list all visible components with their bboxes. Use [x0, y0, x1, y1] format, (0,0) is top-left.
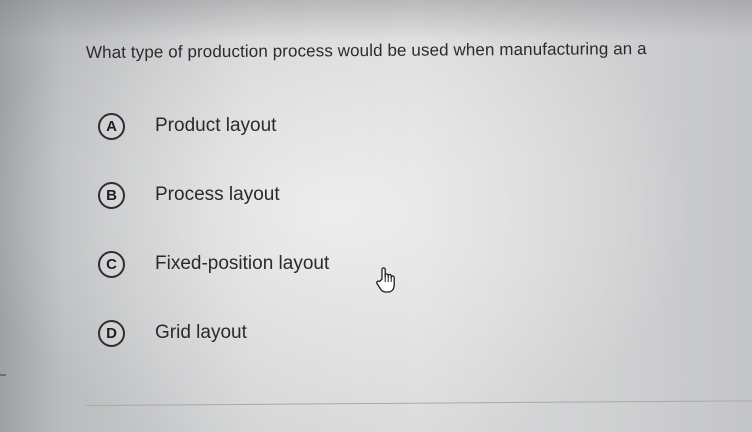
- option-a[interactable]: A Product layout: [98, 106, 329, 146]
- option-a-label[interactable]: Product layout: [155, 115, 276, 137]
- option-c-label[interactable]: Fixed-position layout: [155, 253, 329, 275]
- option-a-marker[interactable]: A: [98, 112, 125, 140]
- edge-mark: [0, 374, 6, 376]
- option-b-marker[interactable]: B: [98, 181, 125, 209]
- question-text: What type of production process would be…: [85, 39, 647, 62]
- option-d[interactable]: D Grid layout: [98, 313, 329, 353]
- option-c-marker[interactable]: C: [98, 250, 125, 278]
- option-b[interactable]: B Process layout: [98, 175, 329, 215]
- option-d-marker[interactable]: D: [98, 319, 125, 347]
- quiz-screen: What type of production process would be…: [0, 0, 752, 432]
- answer-options: A Product layout B Process layout C Fixe…: [98, 106, 329, 382]
- option-b-label[interactable]: Process layout: [155, 184, 280, 206]
- screen-shadow: [0, 0, 752, 40]
- option-c[interactable]: C Fixed-position layout: [98, 244, 329, 284]
- hand-pointer-icon: [376, 267, 395, 293]
- bottom-divider: [85, 400, 752, 406]
- option-d-label[interactable]: Grid layout: [155, 322, 247, 344]
